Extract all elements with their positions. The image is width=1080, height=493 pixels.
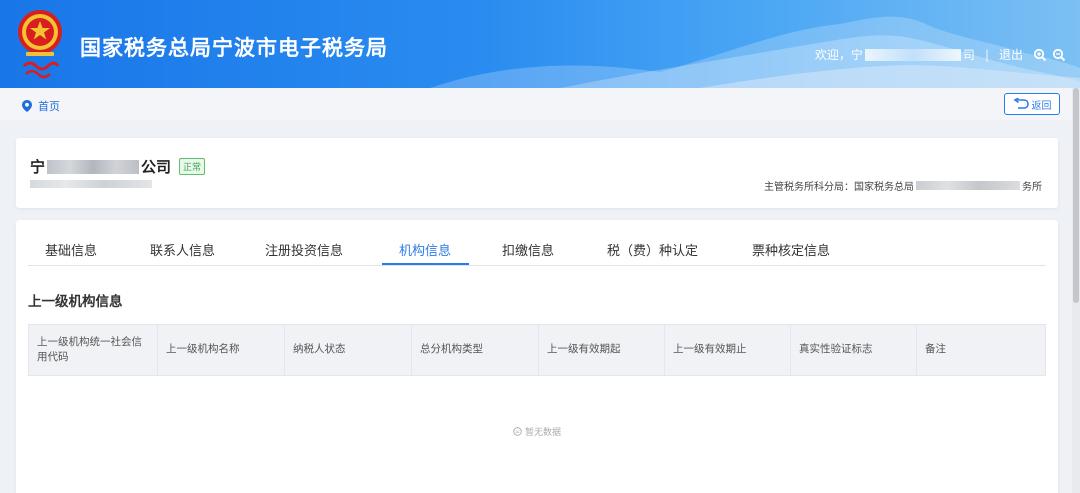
tab-contacts[interactable]: 联系人信息 bbox=[150, 240, 215, 266]
empty-state-text: 暂无数据 bbox=[524, 428, 561, 438]
taxpayer-id-redacted bbox=[30, 180, 152, 188]
company-name-redacted bbox=[47, 159, 140, 174]
status-badge: 正常 bbox=[179, 158, 206, 175]
active-tab-indicator bbox=[382, 263, 469, 265]
company-name-suffix: 公司 bbox=[141, 158, 172, 176]
column-header: 上一级机构名称 bbox=[158, 325, 285, 375]
parent-org-table-header: 上一级机构统一社会信用代码 上一级机构名称 纳税人状态 总分机构类型 上一级有效… bbox=[28, 324, 1046, 376]
no-data-icon bbox=[513, 427, 522, 436]
tax-bureau-prefix: 主管税务所科分局：国家税务总局 bbox=[764, 182, 914, 193]
user-name-redacted bbox=[864, 48, 961, 61]
tax-bureau-suffix: 务所 bbox=[1022, 182, 1042, 193]
site-header: 国家税务总局宁波市电子税务局 欢迎，宁 司 | 退出 bbox=[0, 0, 1080, 88]
back-button-label: 返回 bbox=[1031, 100, 1052, 112]
tax-bureau-info: 主管税务所科分局：国家税务总局 务所 bbox=[764, 178, 1042, 193]
scrollbar-thumb[interactable] bbox=[1073, 88, 1079, 303]
tab-tax-type-identification[interactable]: 税（费）种认定 bbox=[607, 240, 698, 266]
company-card: 宁 公司 正常 主管税务所科分局：国家税务总局 务所 bbox=[16, 138, 1058, 208]
page-scrollbar[interactable] bbox=[1072, 88, 1080, 493]
national-emblem-icon bbox=[18, 10, 62, 79]
column-header: 上一级有效期起 bbox=[539, 325, 665, 375]
location-pin-icon bbox=[22, 100, 32, 112]
breadcrumb-home[interactable]: 首页 bbox=[38, 98, 60, 114]
tab-registration-investment[interactable]: 注册投资信息 bbox=[265, 240, 343, 266]
info-tabs: 基础信息 联系人信息 注册投资信息 机构信息 扣缴信息 税（费）种认定 票种核定… bbox=[28, 230, 1046, 266]
section-title: 上一级机构信息 bbox=[28, 294, 123, 310]
site-title: 国家税务总局宁波市电子税务局 bbox=[80, 36, 388, 60]
welcome-prefix: 欢迎，宁 bbox=[814, 48, 863, 62]
logout-link[interactable]: 退出 bbox=[999, 46, 1023, 63]
column-header: 备注 bbox=[925, 343, 946, 356]
tab-withholding[interactable]: 扣缴信息 bbox=[502, 240, 554, 266]
breadcrumb-bar: 首页 返回 bbox=[0, 88, 1080, 120]
zoom-in-icon[interactable] bbox=[1033, 48, 1047, 62]
tax-bureau-redacted bbox=[916, 181, 1020, 190]
empty-state: 暂无数据 bbox=[16, 425, 1058, 438]
column-header: 上一级有效期止 bbox=[665, 325, 791, 375]
column-header: 总分机构类型 bbox=[412, 325, 539, 375]
tab-basic-info[interactable]: 基础信息 bbox=[45, 240, 97, 266]
company-name: 宁 公司 正常 bbox=[30, 156, 206, 177]
back-button[interactable]: 返回 bbox=[1004, 93, 1060, 115]
return-arrow-icon bbox=[1013, 98, 1029, 109]
company-name-prefix: 宁 bbox=[30, 158, 46, 176]
info-panel: 基础信息 联系人信息 注册投资信息 机构信息 扣缴信息 税（费）种认定 票种核定… bbox=[16, 220, 1058, 493]
tab-invoice-verification[interactable]: 票种核定信息 bbox=[752, 240, 830, 266]
column-header: 纳税人状态 bbox=[285, 325, 412, 375]
breadcrumb[interactable]: 首页 bbox=[22, 98, 60, 114]
welcome-suffix: 司 bbox=[962, 48, 975, 62]
column-header: 上一级机构统一社会信用代码 bbox=[29, 325, 158, 375]
header-separator: | bbox=[984, 47, 989, 62]
zoom-out-icon[interactable] bbox=[1052, 48, 1066, 62]
column-header: 真实性验证标志 bbox=[791, 325, 917, 375]
user-area: 欢迎，宁 司 | 退出 bbox=[815, 46, 1066, 63]
